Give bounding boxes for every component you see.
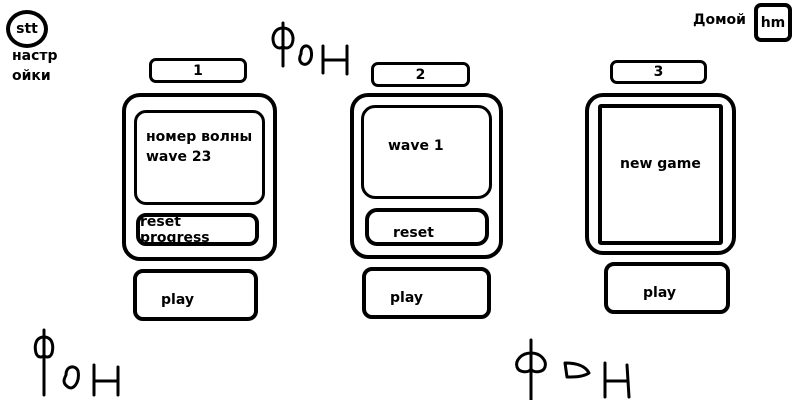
slot-2-number: 2 (371, 62, 470, 87)
slot-1-wave-title: номер волны (146, 129, 253, 145)
home-label: Домой (693, 12, 746, 28)
slot-1-reset-button[interactable]: reset progress (136, 213, 259, 246)
slot-2-reset-button[interactable]: reset (365, 208, 489, 246)
background-label-top (271, 21, 349, 76)
background-label-bottom-left (33, 328, 120, 397)
settings-label-line2: ойки (12, 68, 51, 84)
slot-3-play-button[interactable]: play (604, 262, 730, 314)
slot-3-new-game[interactable] (598, 104, 723, 245)
home-button[interactable]: hm (754, 3, 792, 42)
settings-label-line1: настр (12, 48, 58, 64)
slot-3-number: 3 (610, 60, 707, 84)
slot-1-wave-value: wave 23 (146, 149, 212, 165)
settings-button[interactable]: stt (6, 10, 48, 48)
slot-1-play-button[interactable]: play (133, 269, 258, 321)
settings-icon: stt (16, 21, 38, 37)
home-icon: hm (760, 14, 786, 31)
background-label-bottom-right (515, 338, 631, 400)
slot-3-new-game-label: new game (620, 156, 701, 172)
slot-2-wave-value: wave 1 (388, 138, 444, 154)
slot-1-number: 1 (149, 58, 247, 83)
slot-2-play-button[interactable]: play (362, 267, 491, 319)
